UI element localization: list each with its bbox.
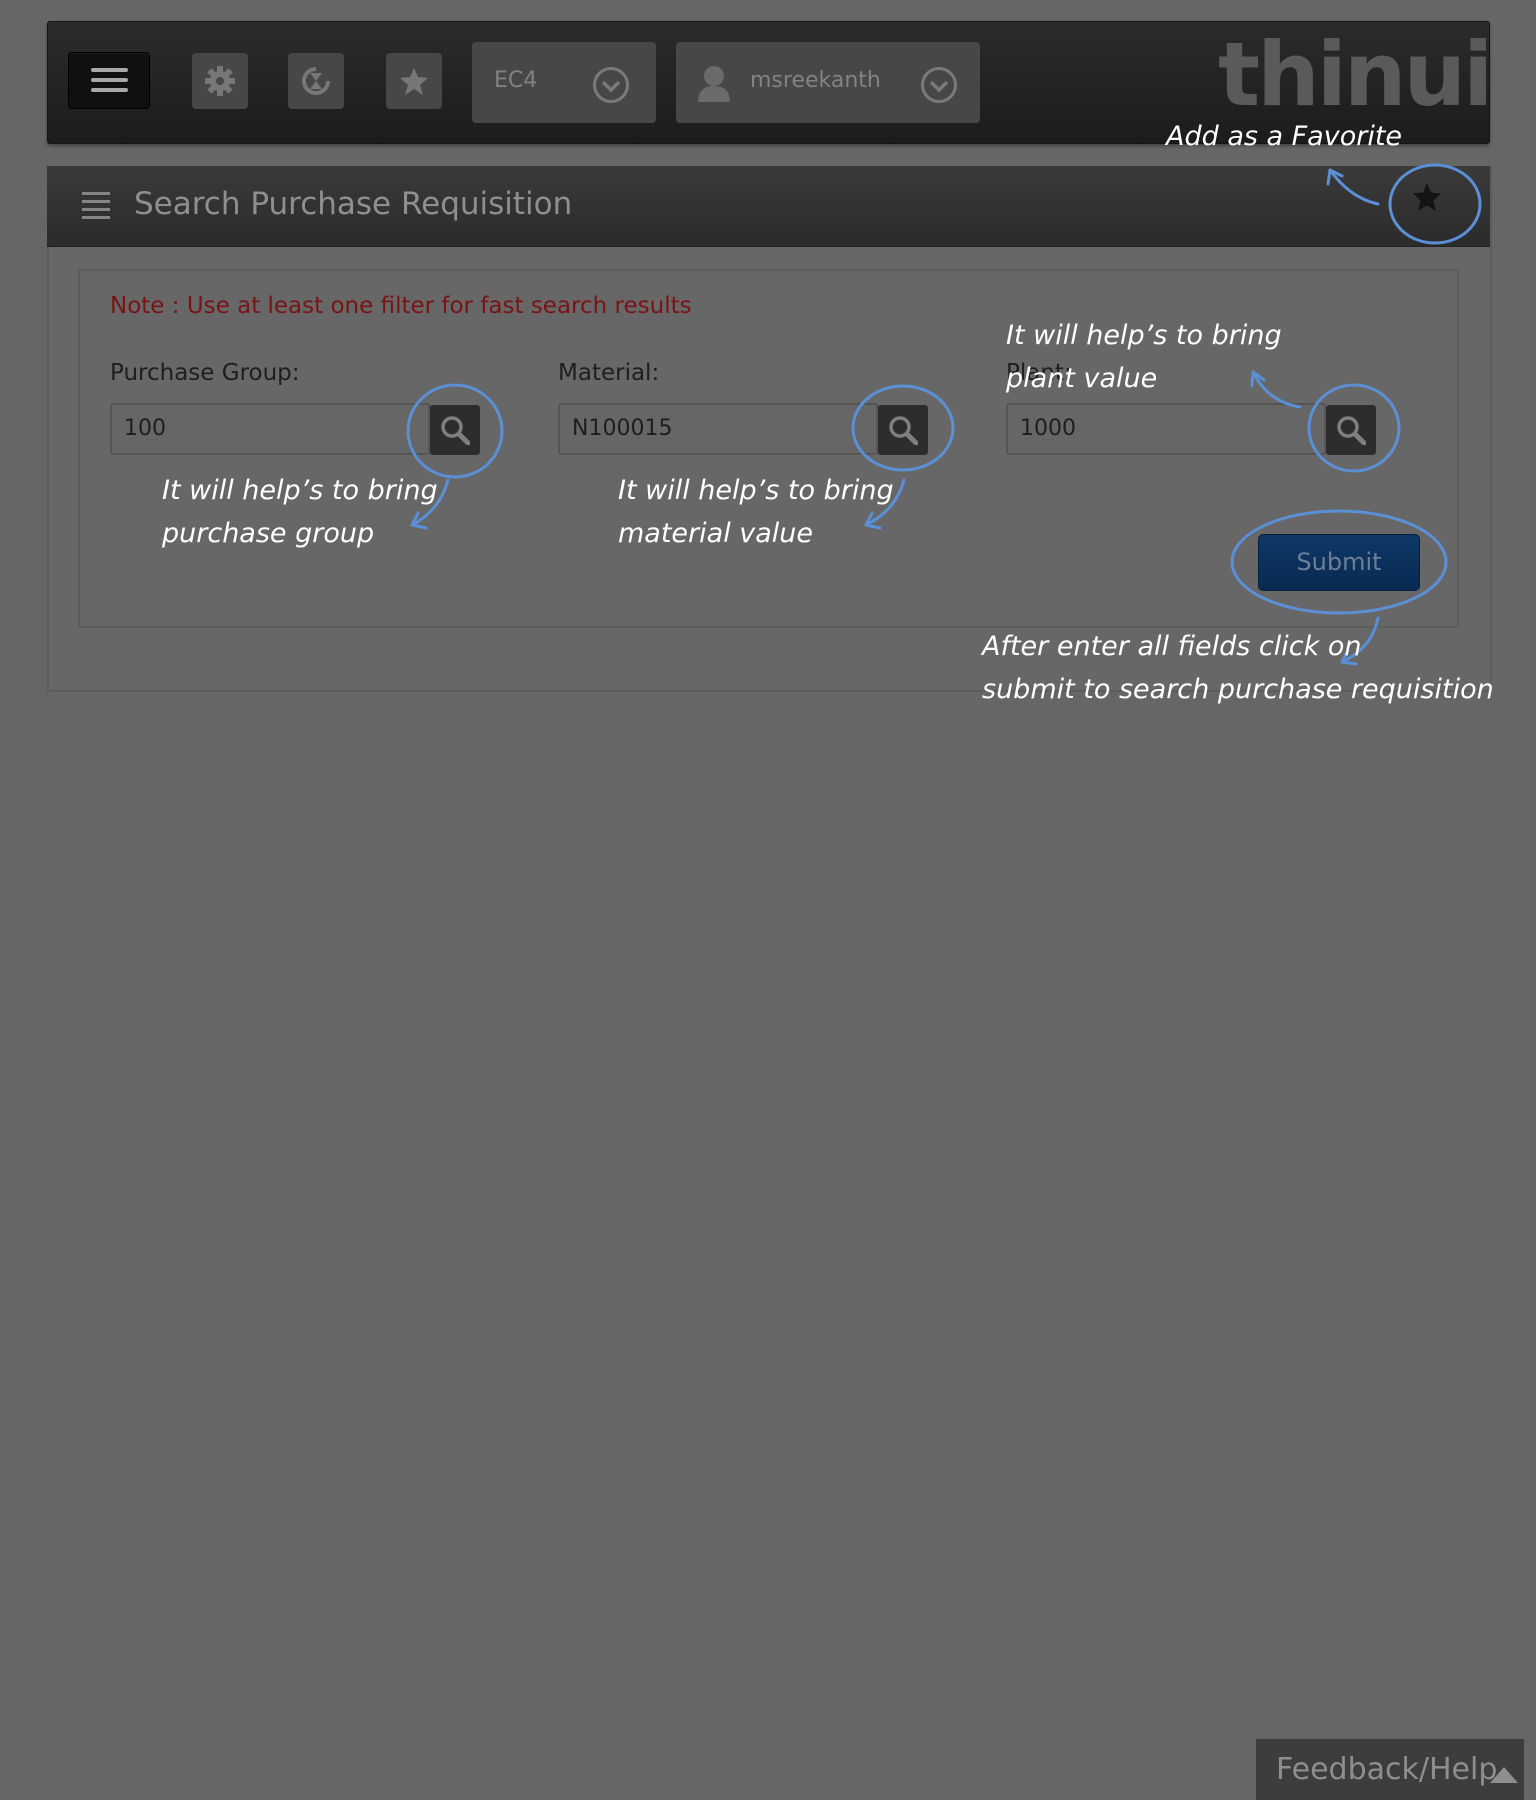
favorite-highlight [1388,163,1482,245]
submit-annotation: After enter all fields click on submit t… [982,625,1494,711]
purchase-group-annotation: It will help’s to bring purchase group [162,469,438,555]
annotation-overlay [406,163,1482,666]
annotation-line: It will help’s to bring [162,475,438,506]
annotation-line: submit to search purchase requisition [982,674,1494,705]
material-highlight [851,384,955,472]
annotation-line: It will help’s to bring [1006,320,1282,351]
material-annotation: It will help’s to bring material value [618,469,894,555]
purchase-group-highlight [406,383,504,479]
annotation-line: It will help’s to bring [618,475,894,506]
feedback-help-label: Feedback/Help [1276,1752,1498,1787]
chevron-up-icon [1490,1767,1518,1783]
annotation-line: plant value [1006,363,1158,394]
annotation-line: material value [618,518,814,549]
annotation-line: Add as a Favorite [1166,121,1403,152]
favorite-annotation: Add as a Favorite [1166,115,1402,158]
annotation-line: purchase group [162,518,375,549]
submit-highlight [1230,509,1448,615]
plant-annotation: It will help’s to bring plant value [1006,314,1282,400]
annotation-line: After enter all fields click on [982,631,1362,662]
plant-highlight [1307,383,1401,473]
